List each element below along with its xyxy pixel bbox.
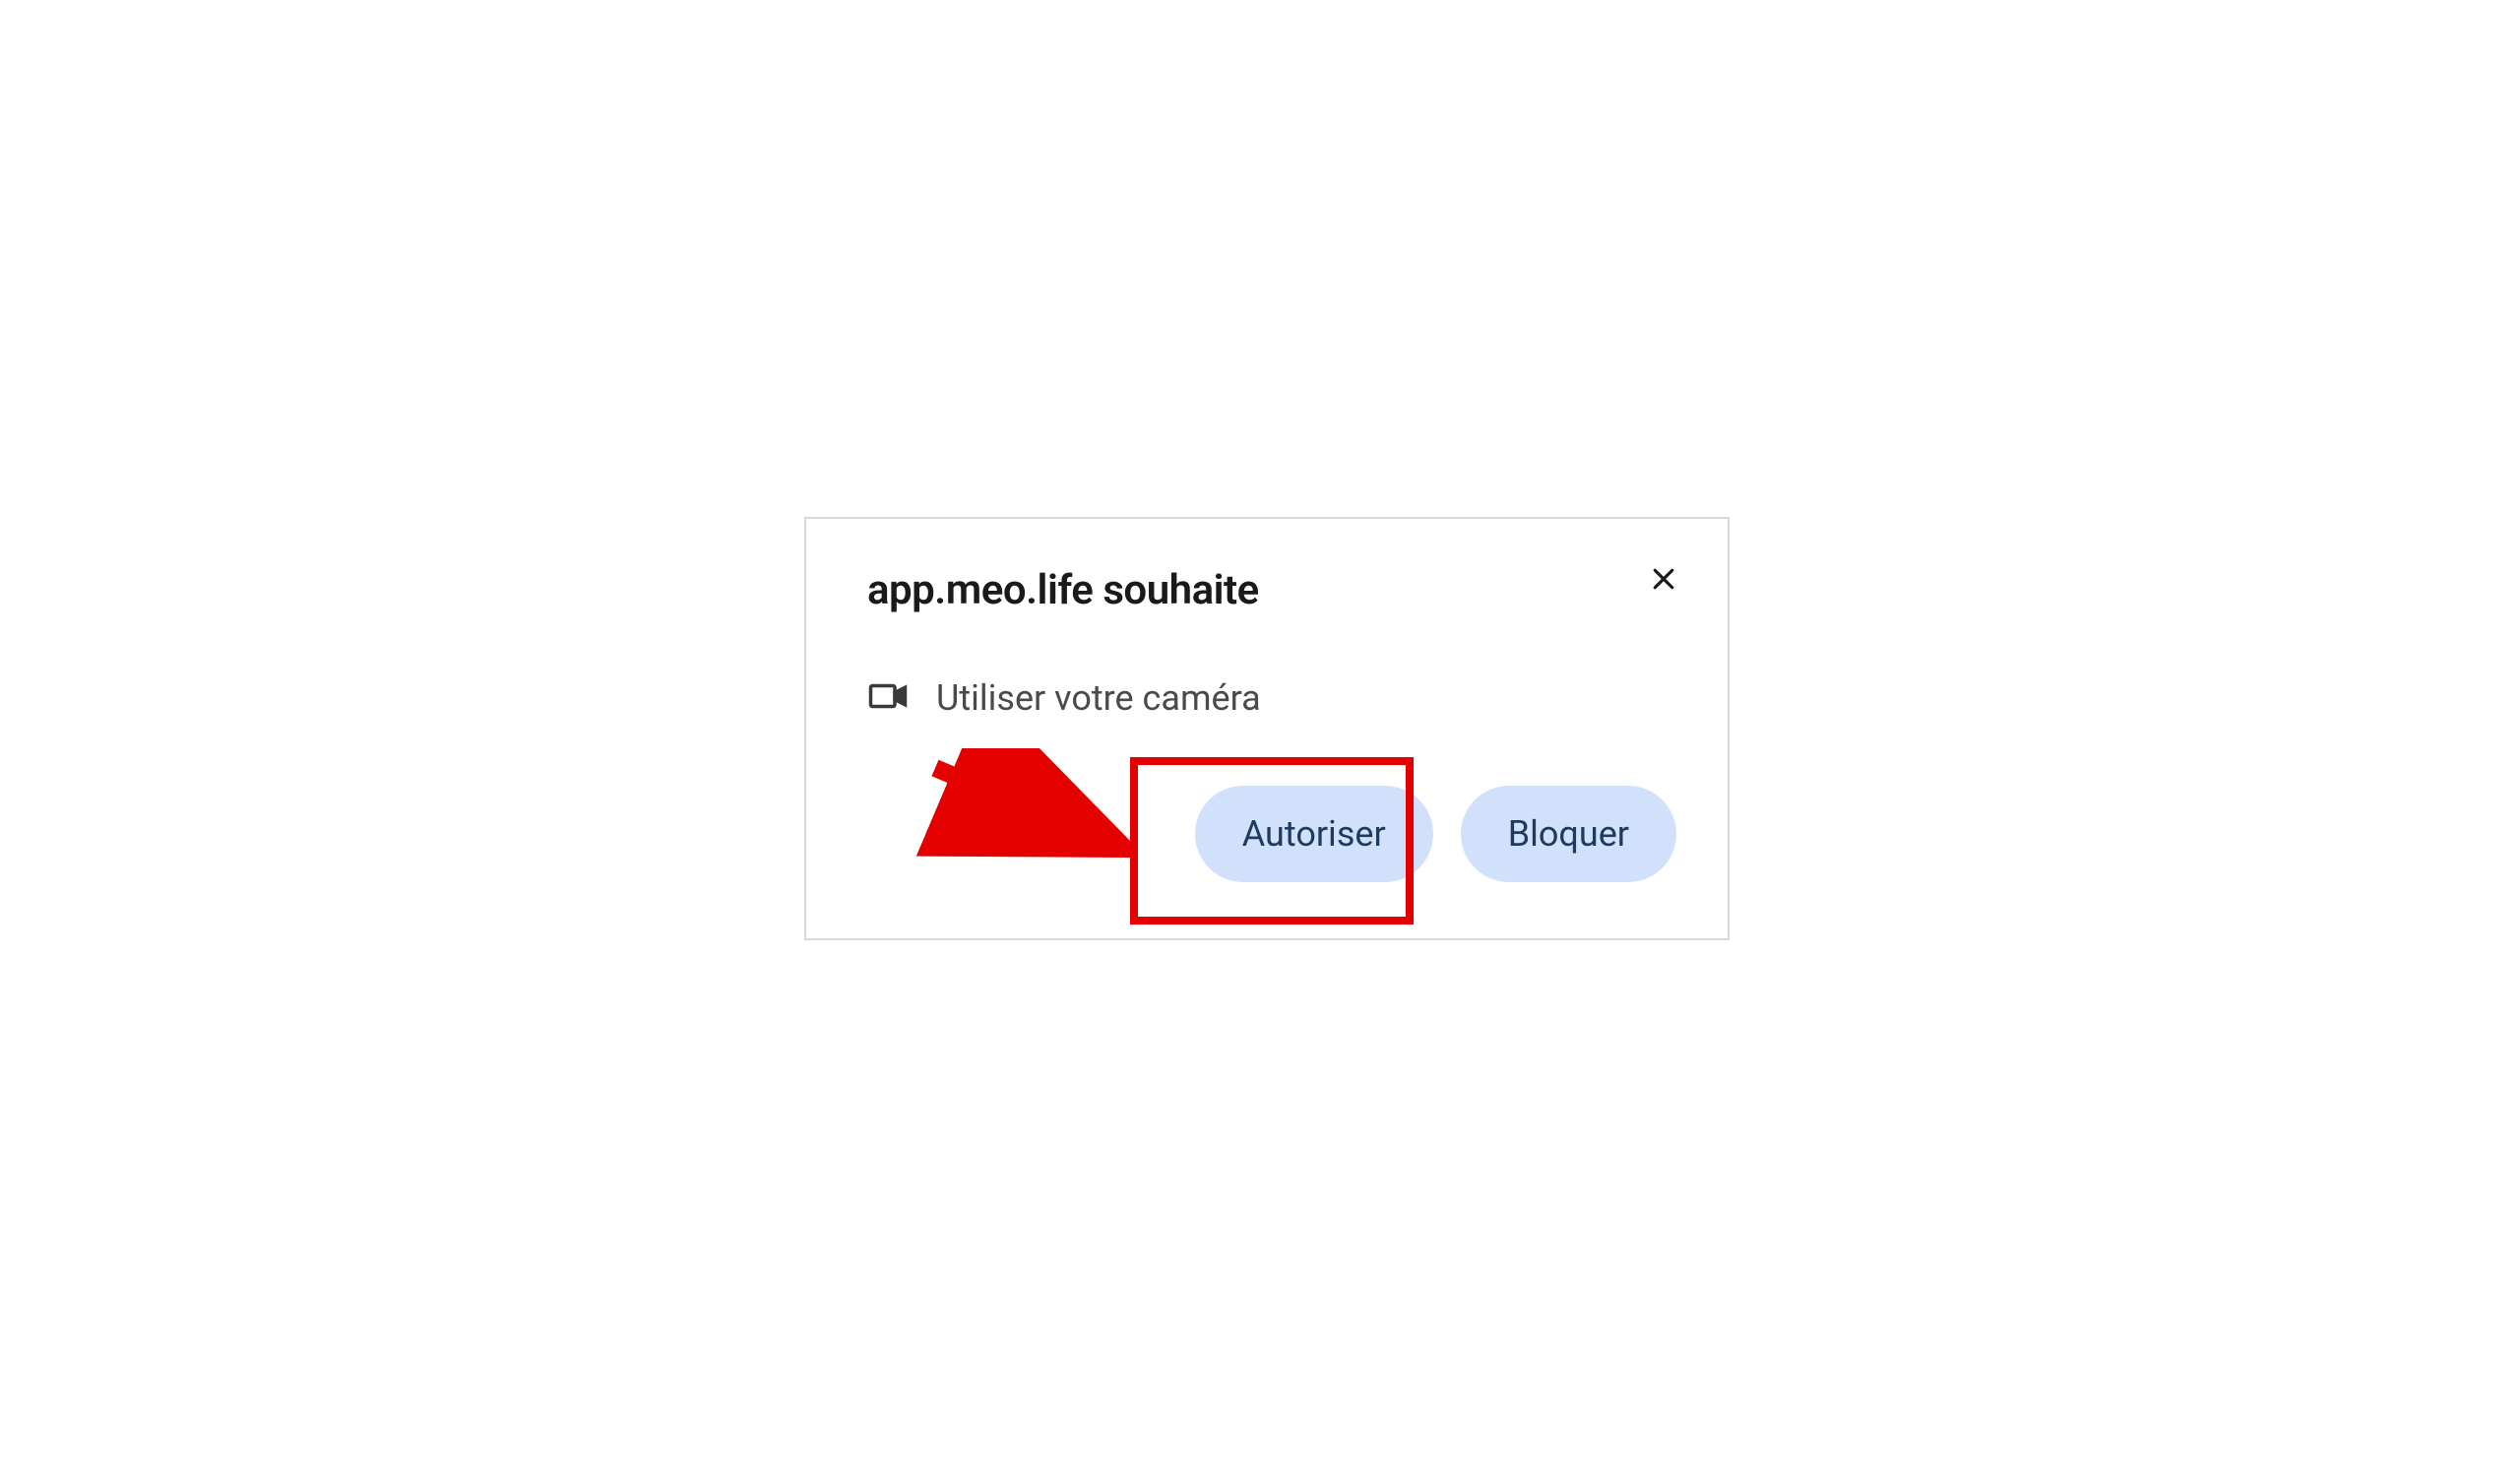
permission-dialog: app.meo.life souhaite Utiliser votre cam… (804, 517, 1730, 940)
permission-row: Utiliser votre caméra (867, 675, 1676, 721)
block-button[interactable]: Bloquer (1461, 786, 1676, 882)
dialog-buttons: Autoriser Bloquer (867, 786, 1676, 882)
close-icon[interactable] (1645, 560, 1682, 602)
dialog-title: app.meo.life souhaite (867, 566, 1259, 614)
allow-button[interactable]: Autoriser (1195, 786, 1433, 882)
camera-icon (867, 675, 909, 721)
dialog-header: app.meo.life souhaite (867, 566, 1676, 614)
permission-text: Utiliser votre caméra (936, 677, 1261, 719)
